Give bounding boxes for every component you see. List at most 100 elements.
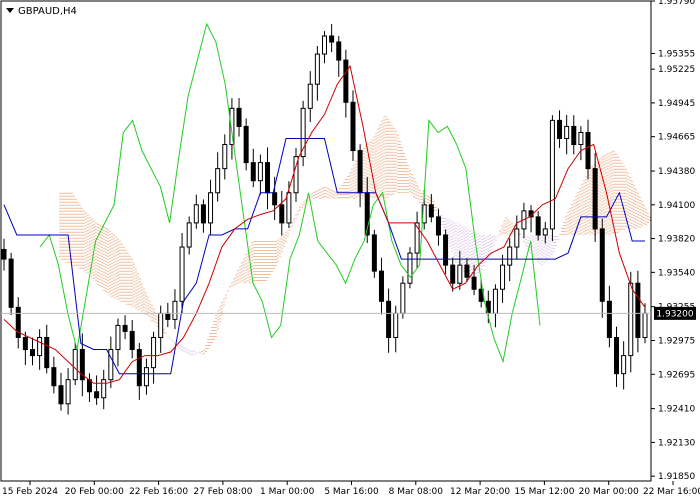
y-tick-label: 1.94945 [658,99,695,109]
x-tick-label: 8 Mar 08:00 [389,487,444,497]
x-axis: 15 Feb 2024 20 Feb 00:00 22 Feb 16:00 27 Fe… [2,481,700,497]
candle-body [571,125,577,146]
candle-body [535,216,541,236]
candle-body [606,300,612,338]
candle-body [393,312,399,338]
y-tick-label: 1.94100 [658,201,695,211]
candle-body [314,53,320,85]
candle-body [492,288,498,314]
candle-body [257,162,263,182]
candle-body [542,228,548,236]
y-axis: 1.95790 1.95355 1.95225 1.94945 1.94665 1.943… [651,0,695,482]
candle-body [457,264,463,284]
candle-body [642,312,648,338]
x-tick-label: 5 Mar 16:00 [324,487,379,497]
candle-body [578,131,584,146]
candle-body [250,162,256,182]
x-tick-label: 15 Mar 12:00 [514,487,574,497]
y-tick-label: 1.95790 [658,0,695,7]
candle-body [279,204,285,224]
candle-body [357,150,363,194]
symbol-timeframe-label: GBPAUD,H4 [18,6,77,17]
candle-body [51,367,57,387]
candle-body [428,204,434,218]
candle-body [208,192,214,224]
candle-body [129,330,135,351]
candle-body [322,35,327,55]
x-tick-label: 20 Mar 00:00 [579,487,639,497]
x-tick-label: 12 Mar 20:00 [450,487,510,497]
candle-body [243,125,249,164]
candle-body [592,168,598,230]
candle-body [557,119,563,139]
candle-body [165,312,171,320]
y-tick-label: 1.92130 [658,438,695,448]
candle-body [8,258,14,308]
chart-container[interactable]: 1.95790 1.95355 1.95225 1.94945 1.94665 1.943… [0,0,700,500]
candle-body [151,336,157,369]
candle-body [101,379,107,399]
candle-body [115,324,121,351]
candle-body [435,216,441,236]
candle-body [215,168,221,194]
y-tick-label: 1.92695 [658,370,695,380]
candle-body [37,336,43,357]
candle-body [29,349,35,357]
candle-body [172,300,178,320]
current-price-label: 1.93200 [656,309,693,319]
y-tick-label: 1.93820 [658,235,695,245]
candle-body [507,246,513,266]
candle-body [200,204,206,224]
candle-body [44,336,50,369]
candle-body [614,336,620,375]
candle-body [329,35,335,43]
candle-body [350,101,356,152]
x-tick-label: 22 Feb 16:00 [129,487,188,497]
plot-area [0,0,652,482]
candle-body [286,192,292,224]
candle-body [122,324,128,332]
y-tick-label: 1.95355 [658,49,695,59]
candle-body [400,282,406,314]
candle-body [265,162,271,194]
x-tick-label: 15 Feb 2024 [2,487,58,497]
y-tick-label: 1.93540 [658,268,695,278]
candle-body [307,83,313,109]
candle-body [179,246,185,302]
candle-body [471,276,477,290]
candle-body [443,234,449,266]
candle-body [272,192,278,206]
candle-body [628,282,634,357]
candle-body [464,264,470,278]
candle-body [371,234,377,272]
x-tick-label: 22 Mar 16:00 [643,487,700,497]
candle-body [22,336,28,351]
candle-body [136,349,142,387]
candle-body [65,379,71,405]
candle-body [143,367,149,387]
y-tick-label: 1.94380 [658,167,695,177]
candle-body [222,144,228,170]
candle-body [236,107,242,127]
candle-body [94,391,100,399]
y-tick-label: 1.95225 [658,65,695,75]
candle-body [450,264,456,284]
x-tick-label: 27 Feb 08:00 [193,487,252,497]
x-tick-label: 1 Mar 00:00 [260,487,315,497]
candle-body [564,125,570,139]
candle-body [336,41,342,61]
y-tick-label: 1.94665 [658,133,695,143]
candle-body [599,228,605,302]
candle-body [158,312,164,338]
y-tick-label: 1.92975 [658,336,695,346]
y-tick-label: 1.91850 [658,472,695,482]
candle-body [343,59,349,103]
candle-body [514,228,520,248]
x-tick-label: 20 Feb 00:00 [65,487,124,497]
candle-body [549,119,555,230]
candle-body [1,248,7,260]
price-chart[interactable]: 1.95790 1.95355 1.95225 1.94945 1.94665 1.943… [0,0,700,500]
candle-body [58,385,64,405]
candle-body [407,252,413,284]
y-tick-label: 1.92410 [658,405,695,415]
